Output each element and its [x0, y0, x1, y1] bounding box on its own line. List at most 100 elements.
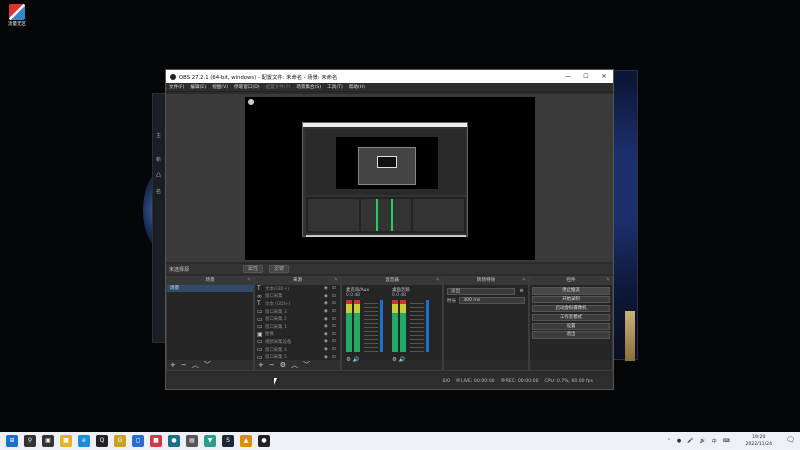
notification-icon[interactable]: 🗨 — [786, 436, 796, 446]
filters-button[interactable]: 滤镜 — [269, 265, 290, 273]
source-item[interactable]: T 文本(GDI+) ◉ ⊡ — [255, 285, 340, 293]
lock-icon[interactable]: ⊡ — [332, 286, 340, 291]
menu-scene-collection[interactable]: 场景集合(S) — [296, 84, 321, 90]
scene-item[interactable]: 场景 — [167, 285, 253, 292]
lock-icon[interactable]: ⊡ — [332, 339, 340, 344]
lock-icon[interactable]: ⊡ — [332, 347, 340, 352]
preview-canvas[interactable] — [245, 97, 535, 260]
sources-list[interactable]: T 文本(GDI+) ◉ ⊡ ∞ 窗口采集 ◉ ⊡ T 文本 (GDI+) ◉ ⊡ ▭ 窗口采集 3 ◉ ⊡ ▭… — [255, 285, 340, 368]
source-item[interactable]: ▭ 视频采集设备 ◉ ⊡ — [255, 338, 340, 346]
tray-icon[interactable]: 🔊 — [700, 438, 706, 444]
minimize-button[interactable]: — — [559, 73, 577, 80]
visibility-eye-icon[interactable]: ◉ — [324, 324, 332, 329]
tray-icon[interactable]: 🎤 — [687, 438, 693, 444]
lock-icon[interactable]: ⊡ — [332, 332, 340, 337]
dock-pin-icon[interactable]: ✎ — [247, 277, 251, 285]
qq-icon[interactable]: Q — [96, 435, 108, 447]
stop-streaming-button[interactable]: 停止推流 — [532, 287, 610, 295]
menu-tools[interactable]: 工具(T) — [327, 84, 343, 90]
move-source-up-button[interactable]: ︿ — [291, 360, 298, 370]
edge-icon[interactable]: e — [78, 435, 90, 447]
properties-button[interactable]: 属性 — [243, 265, 264, 273]
app-orange-icon[interactable]: ▲ — [240, 435, 252, 447]
obs-window[interactable]: OBS 27.2.1 (64-bit, windows) - 配置文件: 未命名… — [165, 69, 614, 390]
visibility-eye-icon[interactable]: ◉ — [324, 317, 332, 322]
lock-icon[interactable]: ⊡ — [332, 294, 340, 299]
menu-docks[interactable]: 停靠窗口(D) — [234, 84, 260, 90]
transition-select[interactable]: 淡出 — [447, 288, 515, 295]
source-item[interactable]: T 文本 (GDI+) ◉ ⊡ — [255, 300, 340, 308]
settings-button[interactable]: 设置 — [532, 322, 610, 331]
volume-fader[interactable] — [380, 300, 383, 352]
obs-icon[interactable]: ● — [258, 435, 270, 447]
source-item[interactable]: ▭ 窗口采集 4 ◉ ⊡ — [255, 346, 340, 354]
tray-icon[interactable]: ⌃ — [667, 438, 671, 444]
scenes-list[interactable]: 场景 — [167, 285, 253, 360]
speaker-icon[interactable]: 🔊 — [399, 357, 406, 363]
add-source-button[interactable]: + — [258, 361, 264, 369]
lock-icon[interactable]: ⊡ — [332, 355, 340, 360]
remove-source-button[interactable]: − — [269, 361, 275, 369]
steam-icon[interactable]: S — [222, 435, 234, 447]
app-g-icon[interactable]: G — [114, 435, 126, 447]
clock[interactable]: 19:20 2022/11/24 — [746, 434, 772, 448]
speaker-icon[interactable]: 🔊 — [353, 357, 360, 363]
dock-pin-icon[interactable]: ✎ — [522, 277, 526, 285]
move-scene-down-button[interactable]: ﹀ — [204, 360, 211, 370]
search-icon[interactable]: ⚲ — [24, 435, 36, 447]
lock-icon[interactable]: ⊡ — [332, 301, 340, 306]
app-box-icon[interactable]: ◻ — [132, 435, 144, 447]
exit-button[interactable]: 退出 — [532, 331, 610, 340]
lock-icon[interactable]: ⊡ — [332, 309, 340, 314]
title-bar[interactable]: OBS 27.2.1 (64-bit, windows) - 配置文件: 未命名… — [166, 70, 613, 83]
studio-mode-button[interactable]: 工作室模式 — [532, 313, 610, 322]
visibility-eye-icon[interactable]: ◉ — [324, 294, 332, 299]
visibility-eye-icon[interactable]: ◉ — [324, 347, 332, 352]
source-properties-gear-icon[interactable]: ⚙ — [280, 361, 286, 369]
menu-file[interactable]: 文件(F) — [169, 84, 184, 90]
dock-pin-icon[interactable]: ✎ — [436, 277, 440, 285]
taskview-icon[interactable]: ▣ — [42, 435, 54, 447]
visibility-eye-icon[interactable]: ◉ — [324, 286, 332, 291]
app-teal-icon[interactable]: ▼ — [204, 435, 216, 447]
tray-icon[interactable]: ⌨ — [723, 438, 730, 444]
visibility-eye-icon[interactable]: ◉ — [324, 339, 332, 344]
lock-icon[interactable]: ⊡ — [332, 324, 340, 329]
app-red-icon[interactable]: ■ — [150, 435, 162, 447]
source-item[interactable]: ▭ 窗口采集 1 ◉ ⊡ — [255, 323, 340, 331]
background-window-left[interactable]: 主 新 凸 名 — [152, 93, 166, 343]
source-item[interactable]: ▣ 图像 ◉ ⊡ — [255, 331, 340, 339]
source-item[interactable]: ▭ 窗口采集 2 ◉ ⊡ — [255, 315, 340, 323]
menu-help[interactable]: 帮助(H) — [349, 84, 365, 90]
visibility-eye-icon[interactable]: ◉ — [324, 309, 332, 314]
channel-gear-icon[interactable]: ⚙ — [392, 357, 397, 363]
channel-gear-icon[interactable]: ⚙ — [346, 357, 351, 363]
start-icon[interactable]: ⊞ — [6, 435, 18, 447]
desktop-icon[interactable]: 流量无区 — [4, 4, 30, 27]
visibility-eye-icon[interactable]: ◉ — [324, 332, 332, 337]
lock-icon[interactable]: ⊡ — [332, 317, 340, 322]
background-window-right[interactable] — [610, 70, 638, 361]
app-gray-icon[interactable]: ▤ — [186, 435, 198, 447]
visibility-eye-icon[interactable]: ◉ — [324, 301, 332, 306]
transition-gear-icon[interactable]: ⚙ — [518, 289, 525, 294]
close-button[interactable]: ✕ — [595, 73, 613, 80]
menu-view[interactable]: 视图(V) — [212, 84, 228, 90]
source-item[interactable]: ▭ 窗口采集 3 ◉ ⊡ — [255, 308, 340, 316]
move-source-down-button[interactable]: ﹀ — [303, 360, 310, 370]
source-item[interactable]: ∞ 窗口采集 ◉ ⊡ — [255, 293, 340, 301]
duration-input[interactable]: 300 ms — [459, 297, 525, 304]
start-recording-button[interactable]: 开始录制 — [532, 295, 610, 304]
volume-fader[interactable] — [426, 300, 429, 352]
tray-icon[interactable]: ● — [677, 438, 681, 444]
remove-scene-button[interactable]: − — [181, 361, 187, 369]
move-scene-up-button[interactable]: ︿ — [192, 360, 199, 370]
explorer-icon[interactable]: ■ — [60, 435, 72, 447]
visibility-eye-icon[interactable]: ◉ — [324, 355, 332, 360]
add-scene-button[interactable]: + — [170, 361, 176, 369]
start-virtual-camera-button[interactable]: 启动虚拟摄像机 — [532, 304, 610, 313]
preview-area[interactable] — [166, 94, 613, 262]
menu-edit[interactable]: 编辑(E) — [190, 84, 206, 90]
dock-pin-icon[interactable]: ✎ — [334, 277, 338, 285]
dock-pin-icon[interactable]: ✎ — [606, 277, 610, 285]
